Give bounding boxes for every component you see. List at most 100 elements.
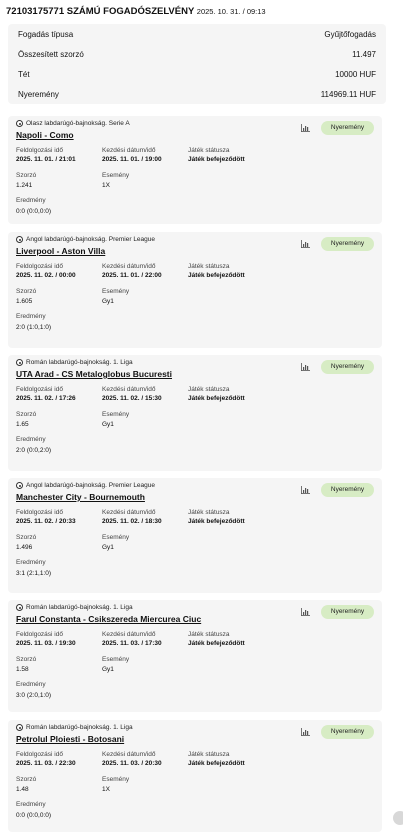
result-value: 0:0 (0:0,0:0)	[16, 812, 52, 819]
processed-time-label: Feldolgozási idő	[16, 631, 63, 638]
processed-time-label: Feldolgozási idő	[16, 263, 63, 270]
event-value: 1X	[102, 182, 110, 189]
event-label: Esemény	[102, 411, 130, 418]
start-time-value: 2025. 11. 01. / 19:00	[102, 156, 162, 163]
soccer-ball-icon	[16, 724, 23, 731]
processed-time-value: 2025. 11. 02. / 00:00	[16, 272, 76, 279]
result-value: 3:1 (2:1,1:0)	[16, 570, 52, 577]
start-time-value: 2025. 11. 01. / 22:00	[102, 272, 162, 279]
odds-label: Szorzó	[16, 776, 37, 783]
event-label: Esemény	[102, 534, 130, 541]
processed-time-label: Feldolgozási idő	[16, 509, 63, 516]
league-name: Angol labdarúgó-bajnokság. Premier Leagu…	[16, 482, 155, 489]
odds-label: Szorzó	[16, 656, 37, 663]
start-time-value: 2025. 11. 02. / 18:30	[102, 518, 162, 525]
bar-chart-icon[interactable]	[301, 124, 310, 132]
match-link[interactable]: Manchester City - Bournemouth	[16, 492, 145, 502]
bet-card: Román labdarúgó-bajnokság. 1. Liga Farul …	[8, 600, 382, 712]
event-value: 1X	[102, 786, 110, 793]
match-link[interactable]: Farul Constanta - Csikszereda Miercurea …	[16, 614, 201, 624]
game-status-value: Játék befejeződött	[188, 156, 245, 163]
match-link[interactable]: Petrolul Ploiesti - Botosani	[16, 734, 124, 744]
winnings-status-badge: Nyeremény	[321, 121, 374, 135]
league-name: Olasz labdarúgó-bajnokság. Serie A	[16, 120, 130, 127]
event-label: Esemény	[102, 172, 130, 179]
summary-label: Összesített szorzó	[18, 49, 84, 59]
result-label: Eredmény	[16, 436, 46, 443]
bar-chart-icon[interactable]	[301, 608, 310, 616]
odds-value: 1.605	[16, 298, 33, 305]
odds-value: 1.58	[16, 666, 29, 673]
match-link[interactable]: Napoli - Como	[16, 130, 74, 140]
start-time-label: Kezdési dátum/idő	[102, 509, 156, 516]
processed-time-label: Feldolgozási idő	[16, 147, 63, 154]
winnings-status-badge: Nyeremény	[321, 725, 374, 739]
odds-label: Szorzó	[16, 411, 37, 418]
summary-row-bet-type: Fogadás típusa Gyűjtőfogadás	[8, 24, 386, 44]
result-value: 0:0 (0:0,0:0)	[16, 208, 52, 215]
result-value: 2:0 (0:0,2:0)	[16, 447, 52, 454]
summary-value: 10000 HUF	[335, 69, 376, 79]
processed-time-label: Feldolgozási idő	[16, 751, 63, 758]
result-label: Eredmény	[16, 313, 46, 320]
ticket-number-title: 72103175771 SZÁMÚ FOGADÓSZELVÉNY	[6, 6, 195, 17]
game-status-value: Játék befejeződött	[188, 395, 245, 402]
event-value: Gy1	[102, 298, 114, 305]
odds-label: Szorzó	[16, 288, 37, 295]
result-label: Eredmény	[16, 559, 46, 566]
ticket-summary: Fogadás típusa Gyűjtőfogadás Összesített…	[8, 24, 386, 104]
game-status-label: Játék státusza	[188, 751, 230, 758]
start-time-label: Kezdési dátum/idő	[102, 386, 156, 393]
start-time-label: Kezdési dátum/idő	[102, 263, 156, 270]
result-value: 3:0 (2:0,1:0)	[16, 692, 52, 699]
soccer-ball-icon	[16, 236, 23, 243]
start-time-value: 2025. 11. 02. / 15:30	[102, 395, 162, 402]
summary-value: Gyűjtőfogadás	[324, 29, 376, 39]
game-status-label: Játék státusza	[188, 263, 230, 270]
winnings-status-badge: Nyeremény	[321, 605, 374, 619]
event-label: Esemény	[102, 656, 130, 663]
bar-chart-icon[interactable]	[301, 240, 310, 248]
league-name: Román labdarúgó-bajnokság. 1. Liga	[16, 359, 133, 366]
odds-value: 1.48	[16, 786, 29, 793]
game-status-label: Játék státusza	[188, 509, 230, 516]
summary-value: 114969.11 HUF	[320, 89, 376, 99]
event-label: Esemény	[102, 288, 130, 295]
processed-time-value: 2025. 11. 02. / 17:26	[16, 395, 76, 402]
bar-chart-icon[interactable]	[301, 363, 310, 371]
summary-label: Tét	[18, 69, 30, 79]
scroll-button-icon[interactable]	[393, 811, 403, 825]
game-status-value: Játék befejeződött	[188, 272, 245, 279]
odds-value: 1.241	[16, 182, 33, 189]
bet-card: Angol labdarúgó-bajnokság. Premier Leagu…	[8, 232, 382, 348]
result-label: Eredmény	[16, 681, 46, 688]
summary-label: Nyeremény	[18, 89, 59, 99]
winnings-status-badge: Nyeremény	[321, 483, 374, 497]
soccer-ball-icon	[16, 604, 23, 611]
result-label: Eredmény	[16, 801, 46, 808]
processed-time-value: 2025. 11. 03. / 19:30	[16, 640, 76, 647]
soccer-ball-icon	[16, 359, 23, 366]
league-name: Angol labdarúgó-bajnokság. Premier Leagu…	[16, 236, 155, 243]
start-time-value: 2025. 11. 03. / 20:30	[102, 760, 162, 767]
summary-label: Fogadás típusa	[18, 29, 74, 39]
bet-card: Angol labdarúgó-bajnokság. Premier Leagu…	[8, 478, 382, 593]
game-status-label: Játék státusza	[188, 147, 230, 154]
processed-time-value: 2025. 11. 01. / 21:01	[16, 156, 76, 163]
odds-label: Szorzó	[16, 534, 37, 541]
winnings-status-badge: Nyeremény	[321, 360, 374, 374]
bar-chart-icon[interactable]	[301, 728, 310, 736]
ticket-title: 72103175771 SZÁMÚ FOGADÓSZELVÉNY 2025. 1…	[6, 6, 266, 17]
summary-row-stake: Tét 10000 HUF	[8, 64, 386, 84]
winnings-status-badge: Nyeremény	[321, 237, 374, 251]
summary-row-winnings: Nyeremény 114969.11 HUF	[8, 84, 386, 104]
result-value: 2:0 (1:0,1:0)	[16, 324, 52, 331]
game-status-value: Játék befejeződött	[188, 640, 245, 647]
bar-chart-icon[interactable]	[301, 486, 310, 494]
league-label: Román labdarúgó-bajnokság. 1. Liga	[26, 724, 133, 731]
start-time-value: 2025. 11. 03. / 17:30	[102, 640, 162, 647]
match-link[interactable]: UTA Arad - CS Metaloglobus Bucuresti	[16, 369, 172, 379]
match-link[interactable]: Liverpool - Aston Villa	[16, 246, 105, 256]
event-value: Gy1	[102, 544, 114, 551]
league-name: Román labdarúgó-bajnokság. 1. Liga	[16, 604, 133, 611]
